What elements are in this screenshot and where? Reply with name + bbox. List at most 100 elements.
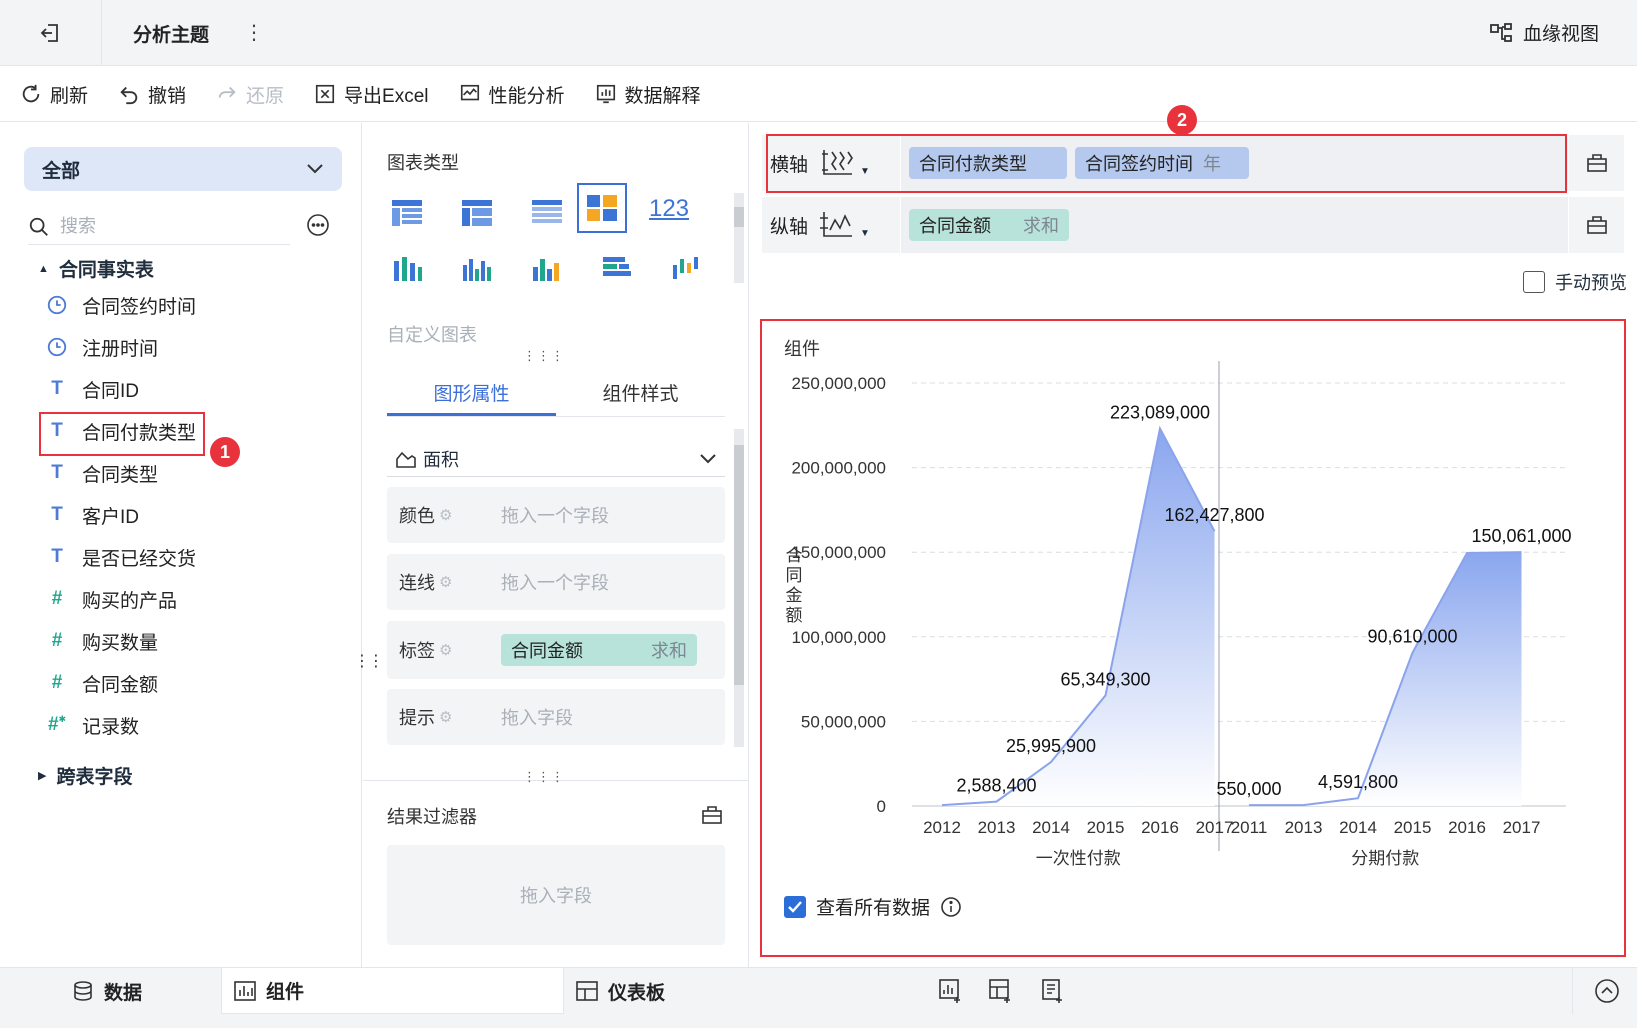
y-field-chip[interactable]: 合同金额 求和 [909, 209, 1069, 241]
number-type-icon: # [51, 588, 63, 609]
chart-type-range-bar[interactable] [665, 247, 709, 291]
manual-preview-checkbox[interactable] [1523, 271, 1545, 293]
field-label: 合同签约时间 [82, 296, 197, 318]
settings-icon[interactable]: ⚙ [439, 573, 452, 591]
y-axis-drop-zone[interactable]: 合同金额 求和 [900, 197, 1568, 253]
field-item[interactable]: # 购买数量 [46, 626, 158, 656]
custom-chart-link[interactable]: 自定义图表 [387, 321, 477, 347]
view-all-data-toggle[interactable]: 查看所有数据 [784, 893, 962, 920]
settings-icon[interactable]: ⚙ [439, 708, 452, 726]
y-axis-settings[interactable] [1568, 197, 1624, 253]
group-table-icon [462, 200, 492, 226]
toolbox-icon [1586, 154, 1607, 172]
widget-preview: 组件 0 50,000,000 100,000,000 150,000,000 200,… [760, 319, 1626, 957]
add-widget-icon[interactable] [938, 978, 964, 1004]
field-item[interactable]: # 购买的产品 [46, 584, 177, 614]
color-label: 颜色 [399, 506, 435, 526]
scope-select[interactable]: 全部 [24, 147, 342, 191]
x-group-label: 分期付款 [1351, 849, 1419, 868]
chart-type-detail-table[interactable] [525, 191, 569, 235]
shape-type-select[interactable]: 面积 [387, 441, 725, 477]
field-item[interactable]: T 合同ID [46, 374, 139, 404]
info-icon[interactable] [940, 896, 962, 918]
tab-widget-style[interactable]: 组件样式 [556, 371, 725, 416]
chart-type-horizontal-bar[interactable] [595, 247, 639, 291]
resize-handle[interactable]: ⋮⋮⋮ [523, 769, 565, 785]
x-tick-label: 2016 [1141, 818, 1179, 837]
redo-button[interactable]: 还原 [216, 81, 284, 108]
tab-dashboard[interactable]: 仪表板 [576, 968, 665, 1014]
chart-type-stacked[interactable] [385, 247, 429, 291]
data-explain-button[interactable]: 数据解释 [595, 81, 701, 108]
tab-widget[interactable]: 组件 [221, 968, 564, 1014]
data-label: 550,000 [1216, 779, 1281, 799]
field-item[interactable]: #✱ 记录数 [46, 710, 139, 740]
horizontal-bar-icon [603, 257, 631, 276]
x-tick-label: 2013 [1285, 818, 1323, 837]
y-axis-row: 纵轴 ▼ 合同金额 求和 [762, 197, 1624, 253]
field-item[interactable]: # 合同金额 [46, 668, 158, 698]
refresh-button[interactable]: 刷新 [20, 81, 88, 108]
area-chart[interactable]: 0 50,000,000 100,000,000 150,000,000 200,000… [762, 361, 1624, 881]
clock-icon [47, 337, 67, 357]
lineage-view-button[interactable]: 血缘视图 [1489, 19, 1599, 46]
x-tick-label: 2017 [1196, 818, 1234, 837]
chart-type-auto[interactable] [577, 183, 627, 233]
highlight-box-1 [39, 412, 205, 456]
search-input[interactable] [60, 216, 260, 237]
manual-preview-toggle[interactable]: 手动预览 [1523, 269, 1627, 295]
field-item[interactable]: 注册时间 [46, 332, 158, 362]
field-item[interactable]: 合同签约时间 [46, 290, 196, 320]
back-button[interactable] [0, 0, 102, 66]
redo-label: 还原 [246, 85, 285, 107]
field-item[interactable]: T 是否已经交货 [46, 542, 196, 572]
y-axis-label: 纵轴 [770, 216, 809, 238]
text-type-icon: T [51, 378, 63, 399]
undo-button[interactable]: 撤销 [118, 81, 186, 108]
text-type-icon: T [51, 462, 63, 483]
x-tick-label: 2014 [1032, 818, 1070, 837]
chart-type-bar[interactable] [525, 247, 569, 291]
data-label: 65,349,300 [1060, 669, 1150, 689]
add-report-icon[interactable] [1040, 978, 1066, 1004]
data-label: 25,995,900 [1006, 736, 1096, 756]
more-options-icon[interactable] [306, 213, 330, 237]
chart-type-grouped-bar[interactable] [455, 247, 499, 291]
view-all-checkbox[interactable] [784, 895, 806, 918]
detail-table-icon [532, 200, 562, 223]
cross-table-group[interactable]: ▶ 跨表字段 [38, 762, 132, 789]
stacked-bar-icon [394, 257, 422, 281]
line-drop-zone[interactable]: 拖入一个字段 [501, 569, 609, 595]
tab-data-label: 数据 [104, 982, 143, 1004]
table-group-contract-facts[interactable]: ▲ 合同事实表 [38, 255, 154, 282]
x-axis-settings[interactable] [1568, 135, 1624, 191]
settings-icon[interactable]: ⚙ [439, 506, 452, 524]
collapse-up-icon[interactable] [1594, 978, 1620, 1004]
title-bar: 分析主题 ⋮ 血缘视图 [0, 0, 1637, 66]
line-label: 连线 [399, 573, 435, 593]
tab-graph-properties[interactable]: 图形属性 [387, 371, 556, 416]
performance-button[interactable]: 性能分析 [459, 81, 565, 108]
color-drop-zone[interactable]: 拖入一个字段 [501, 502, 609, 528]
y-tick-label: 250,000,000 [791, 374, 886, 393]
label-field-chip[interactable]: 合同金额 求和 [501, 634, 697, 666]
tooltip-drop-zone[interactable]: 拖入字段 [501, 704, 573, 730]
field-label: 是否已经交货 [82, 548, 197, 570]
chevron-down-icon [307, 164, 323, 174]
field-item[interactable]: T 客户ID [46, 500, 139, 530]
chart-type-kpi[interactable]: 123 [647, 187, 691, 231]
properties-scrollbar[interactable] [734, 429, 744, 747]
settings-icon[interactable]: ⚙ [439, 641, 452, 659]
add-dashboard-icon[interactable] [988, 978, 1014, 1004]
field-item[interactable]: T 合同类型 [46, 458, 158, 488]
export-excel-button[interactable]: 导出Excel [314, 81, 429, 108]
chart-type-table[interactable] [385, 191, 429, 235]
toolbox-icon[interactable] [701, 805, 723, 825]
filter-drop-zone[interactable]: 拖入字段 [387, 845, 725, 945]
y-axis-type-selector[interactable]: ▼ [820, 210, 900, 240]
x-tick-label: 2017 [1503, 818, 1541, 837]
chart-type-group-table[interactable] [455, 191, 499, 235]
tab-data[interactable]: 数据 [72, 968, 142, 1014]
resize-handle[interactable]: ⋮⋮⋮ [523, 348, 565, 364]
more-menu-button[interactable]: ⋮ [244, 20, 264, 45]
